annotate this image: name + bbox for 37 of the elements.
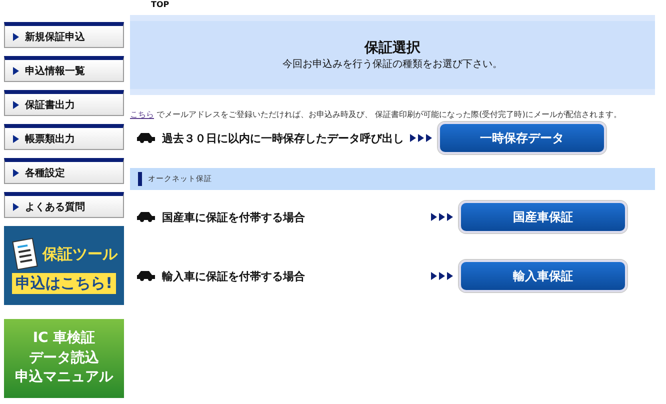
page-title: 保証選択 (364, 39, 420, 57)
row-label: 国産車に保証を付帯する場合 (162, 210, 305, 224)
car-icon (136, 133, 156, 143)
notice-text: でメールアドレスをご登録いただければ、お申込み時及び、 保証書印刷が可能になった際(受付完了時)にメールが配信されます。 (156, 110, 622, 119)
banner-text: 保証ツール (42, 244, 118, 264)
car-icon (136, 271, 156, 281)
breadcrumb-link[interactable]: TOP (151, 0, 170, 10)
sidebar-menu-item[interactable]: よくある質問 (4, 192, 124, 218)
banner-text: データ読込 (29, 350, 99, 368)
saved-data-button[interactable]: 一時保存データ (438, 122, 606, 154)
arrows-icon (431, 272, 453, 280)
manual-banner[interactable]: IC 車検証 データ読込 申込マニュアル (4, 319, 124, 398)
row-label: 輸入車に保証を付帯する場合 (162, 268, 305, 284)
triangle-icon (13, 66, 19, 74)
arrows-icon (431, 213, 453, 221)
banner-text: 申込マニュアル (15, 369, 113, 387)
tool-banner[interactable]: 保証ツール 申込はこちら! (4, 226, 124, 305)
sidebar-menu-item[interactable]: 各種設定 (4, 158, 124, 184)
register-link[interactable]: こちら (130, 110, 154, 119)
page-subtitle: 今回お申込みを行う保証の種類をお選び下さい。 (282, 58, 502, 71)
arrows-icon (410, 134, 432, 142)
sidebar-menu-item[interactable]: 保証書出力 (4, 90, 124, 116)
sidebar-menu-item[interactable]: 申込情報一覧 (4, 56, 124, 82)
triangle-icon (13, 168, 19, 176)
sidebar-menu-item[interactable]: 新規保証申込 (4, 22, 124, 48)
triangle-icon (13, 134, 19, 142)
banner-text: 申込はこちら! (12, 273, 116, 294)
section-marker (138, 172, 142, 186)
warranty-button[interactable]: 輸入車保証 (459, 260, 627, 292)
sidebar-menu-item[interactable]: 帳票類出力 (4, 124, 124, 150)
car-icon (136, 212, 156, 222)
triangle-icon (13, 100, 19, 108)
triangle-icon (13, 202, 19, 210)
row-label: 過去３０日に以内に一時保存したデータ呼び出し (162, 130, 404, 146)
warranty-button[interactable]: 国産車保証 (459, 201, 627, 233)
triangle-icon (13, 32, 19, 40)
banner-text: IC 車検証 (32, 330, 96, 348)
